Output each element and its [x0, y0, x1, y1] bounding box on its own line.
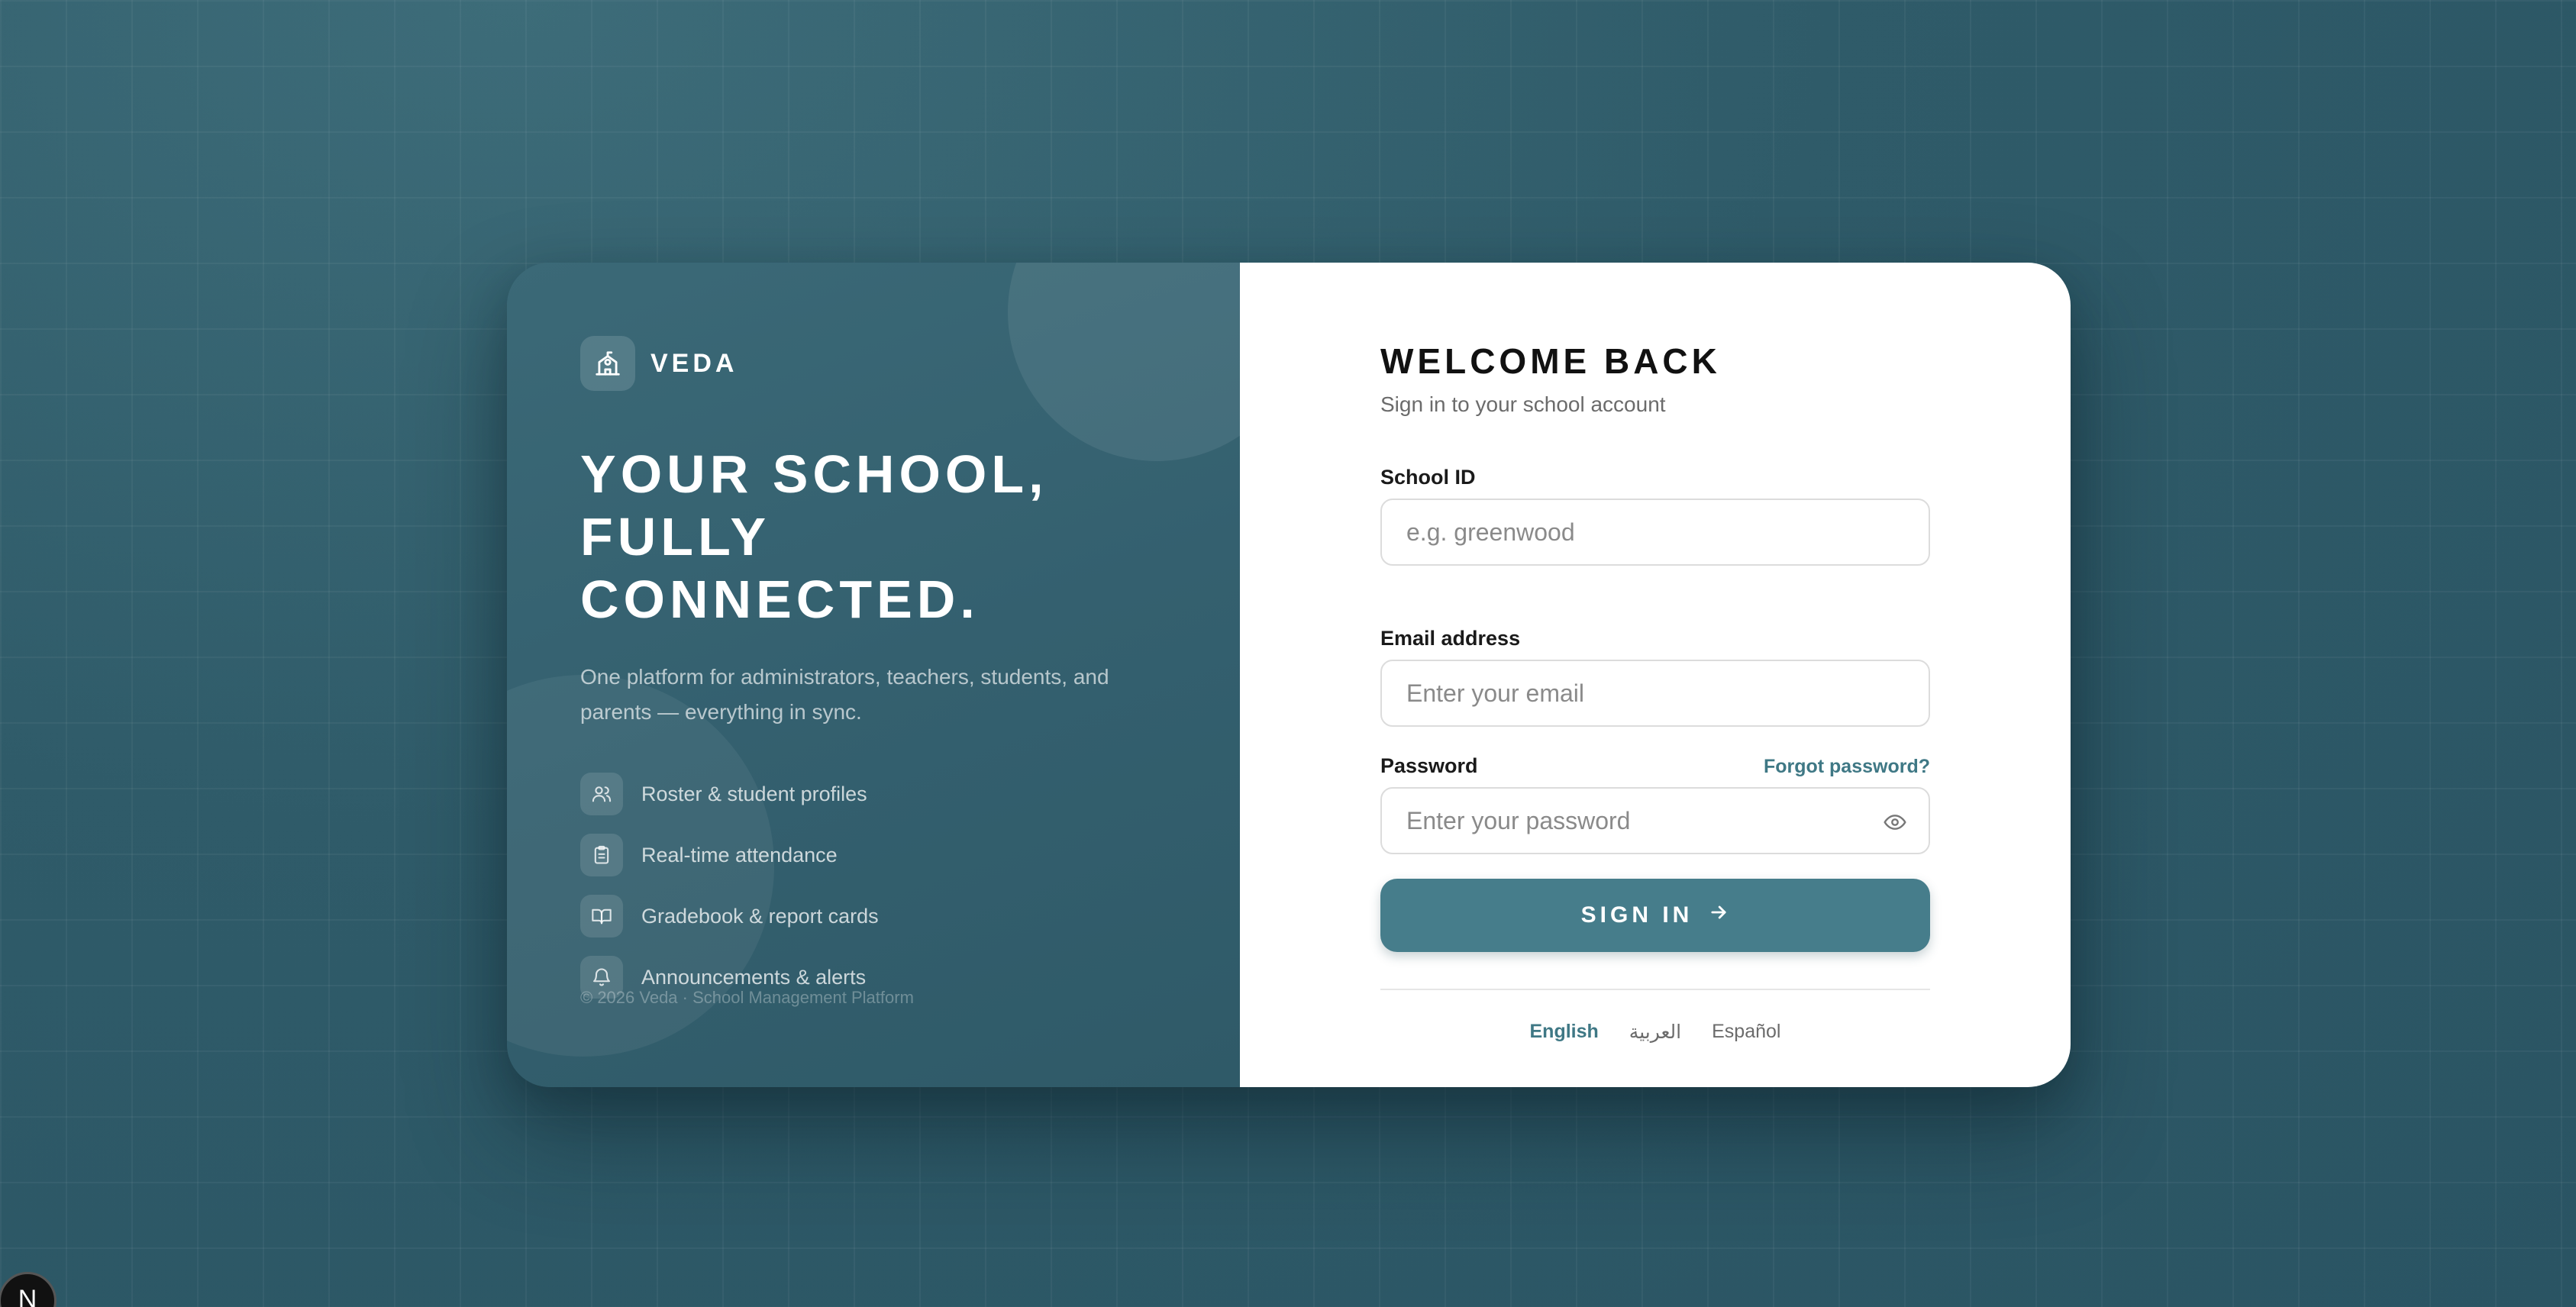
email-group: Email address [1380, 627, 1930, 727]
feature-label: Gradebook & report cards [641, 904, 879, 928]
divider [1380, 989, 1930, 990]
brand-name: VEDA [650, 348, 738, 378]
arrow-right-icon [1708, 902, 1729, 929]
language-spanish[interactable]: Español [1712, 1021, 1780, 1044]
form-title: WELCOME BACK [1380, 341, 1721, 381]
password-input-box [1380, 787, 1930, 854]
brand: VEDA [580, 336, 1167, 391]
email-input[interactable] [1406, 679, 1904, 708]
school-id-input[interactable] [1406, 518, 1904, 547]
sign-in-label: SIGN IN [1580, 902, 1693, 928]
login-form-panel: WELCOME BACK Sign in to your school acco… [1240, 263, 2071, 1087]
feature-item: Roster & student profiles [580, 773, 1167, 815]
hero-headline-line: FULLY CONNECTED. [580, 507, 980, 629]
feature-item: Real-time attendance [580, 834, 1167, 876]
feature-item: Gradebook & report cards [580, 895, 1167, 937]
form-subtitle: Sign in to your school account [1380, 392, 1666, 416]
dev-tools-badge[interactable]: N [0, 1272, 56, 1307]
clipboard-icon [580, 834, 623, 876]
school-building-icon [580, 336, 635, 391]
login-card: VEDA YOUR SCHOOL, FULLY CONNECTED. One p… [507, 263, 2071, 1087]
password-label: Password [1380, 754, 1478, 777]
hero-headline-line: YOUR SCHOOL, [580, 444, 1048, 504]
school-id-label: School ID [1380, 466, 1476, 489]
feature-label: Announcements & alerts [641, 965, 867, 989]
school-id-input-box [1380, 499, 1930, 566]
book-open-icon [580, 895, 623, 937]
language-switcher: English العربية Español [1380, 1021, 1930, 1044]
promo-panel: VEDA YOUR SCHOOL, FULLY CONNECTED. One p… [507, 263, 1240, 1087]
copyright: © 2026 Veda · School Management Platform [580, 988, 914, 1007]
sign-in-button[interactable]: SIGN IN [1380, 879, 1930, 952]
users-icon [580, 773, 623, 815]
feature-label: Roster & student profiles [641, 782, 867, 805]
hero-tagline: One platform for administrators, teacher… [580, 665, 1109, 724]
email-label: Email address [1380, 627, 1521, 650]
password-label-row: Password Forgot password? [1380, 754, 1930, 778]
language-english[interactable]: English [1530, 1021, 1599, 1044]
eye-icon[interactable] [1883, 810, 1907, 834]
email-input-box [1380, 660, 1930, 727]
password-input[interactable] [1406, 806, 1904, 835]
hero-headline: YOUR SCHOOL, FULLY CONNECTED. [580, 443, 1167, 631]
feature-label: Real-time attendance [641, 843, 838, 866]
school-id-group: School ID [1380, 466, 1930, 566]
language-arabic[interactable]: العربية [1629, 1021, 1681, 1044]
feature-list: Roster & student profiles Real-time atte… [580, 773, 1167, 999]
password-group: Password Forgot password? [1380, 754, 1930, 854]
forgot-password-link[interactable]: Forgot password? [1764, 756, 1930, 778]
